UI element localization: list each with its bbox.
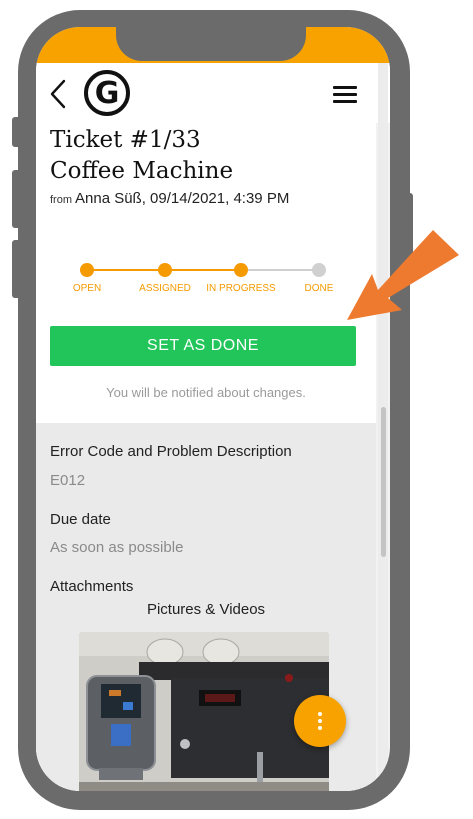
attachments-label: Attachments [50,578,134,595]
attachments-subtitle: Pictures & Videos [146,601,266,618]
phone-screen: G Ticket #1/33 Coffee Machine from Anna S… [36,27,390,791]
notify-text: You will be notified about changes. [106,385,306,400]
ticket-meta: from Anna Süß, 09/14/2021, 4:39 PM [50,190,289,207]
step-dot-done [312,263,326,277]
step-label-open: OPEN [72,283,102,294]
ticket-title: Ticket #1/33 [50,127,201,153]
from-label: from [50,194,72,206]
chevron-left-icon [50,79,66,109]
due-date-label: Due date [50,511,111,528]
progress-line-pending [241,269,319,271]
ticket-subtitle: Coffee Machine [50,158,234,184]
menu-button[interactable] [333,86,357,104]
set-as-done-button[interactable]: SET AS DONE [50,326,356,366]
coffee-machine-image [79,632,329,791]
author-date: Anna Süß, 09/14/2021, 4:39 PM [75,190,290,207]
phone-notch [116,27,306,61]
more-vertical-icon [318,712,322,730]
ticket-content: Ticket #1/33 Coffee Machine from Anna Süß… [36,123,376,791]
step-label-assigned: ASSIGNED [139,283,191,294]
step-dot-in-progress [234,263,248,277]
step-dot-open [80,263,94,277]
step-dot-assigned [158,263,172,277]
scrollbar-thumb[interactable] [381,407,386,557]
step-label-in-progress: IN PROGRESS [206,283,276,294]
brand-logo: G [84,70,130,116]
due-date-value: As soon as possible [50,539,184,556]
more-actions-fab[interactable] [294,695,346,747]
back-button[interactable] [46,77,70,111]
attachment-thumbnail[interactable] [79,632,329,791]
hamburger-menu-icon [333,86,357,103]
app-header: G [36,63,390,123]
error-label: Error Code and Problem Description [50,443,292,460]
logo-letter: G [94,75,120,111]
error-value: E012 [50,472,86,489]
status-progress: OPEN ASSIGNED IN PROGRESS DONE [36,263,376,303]
step-label-done: DONE [304,283,334,294]
